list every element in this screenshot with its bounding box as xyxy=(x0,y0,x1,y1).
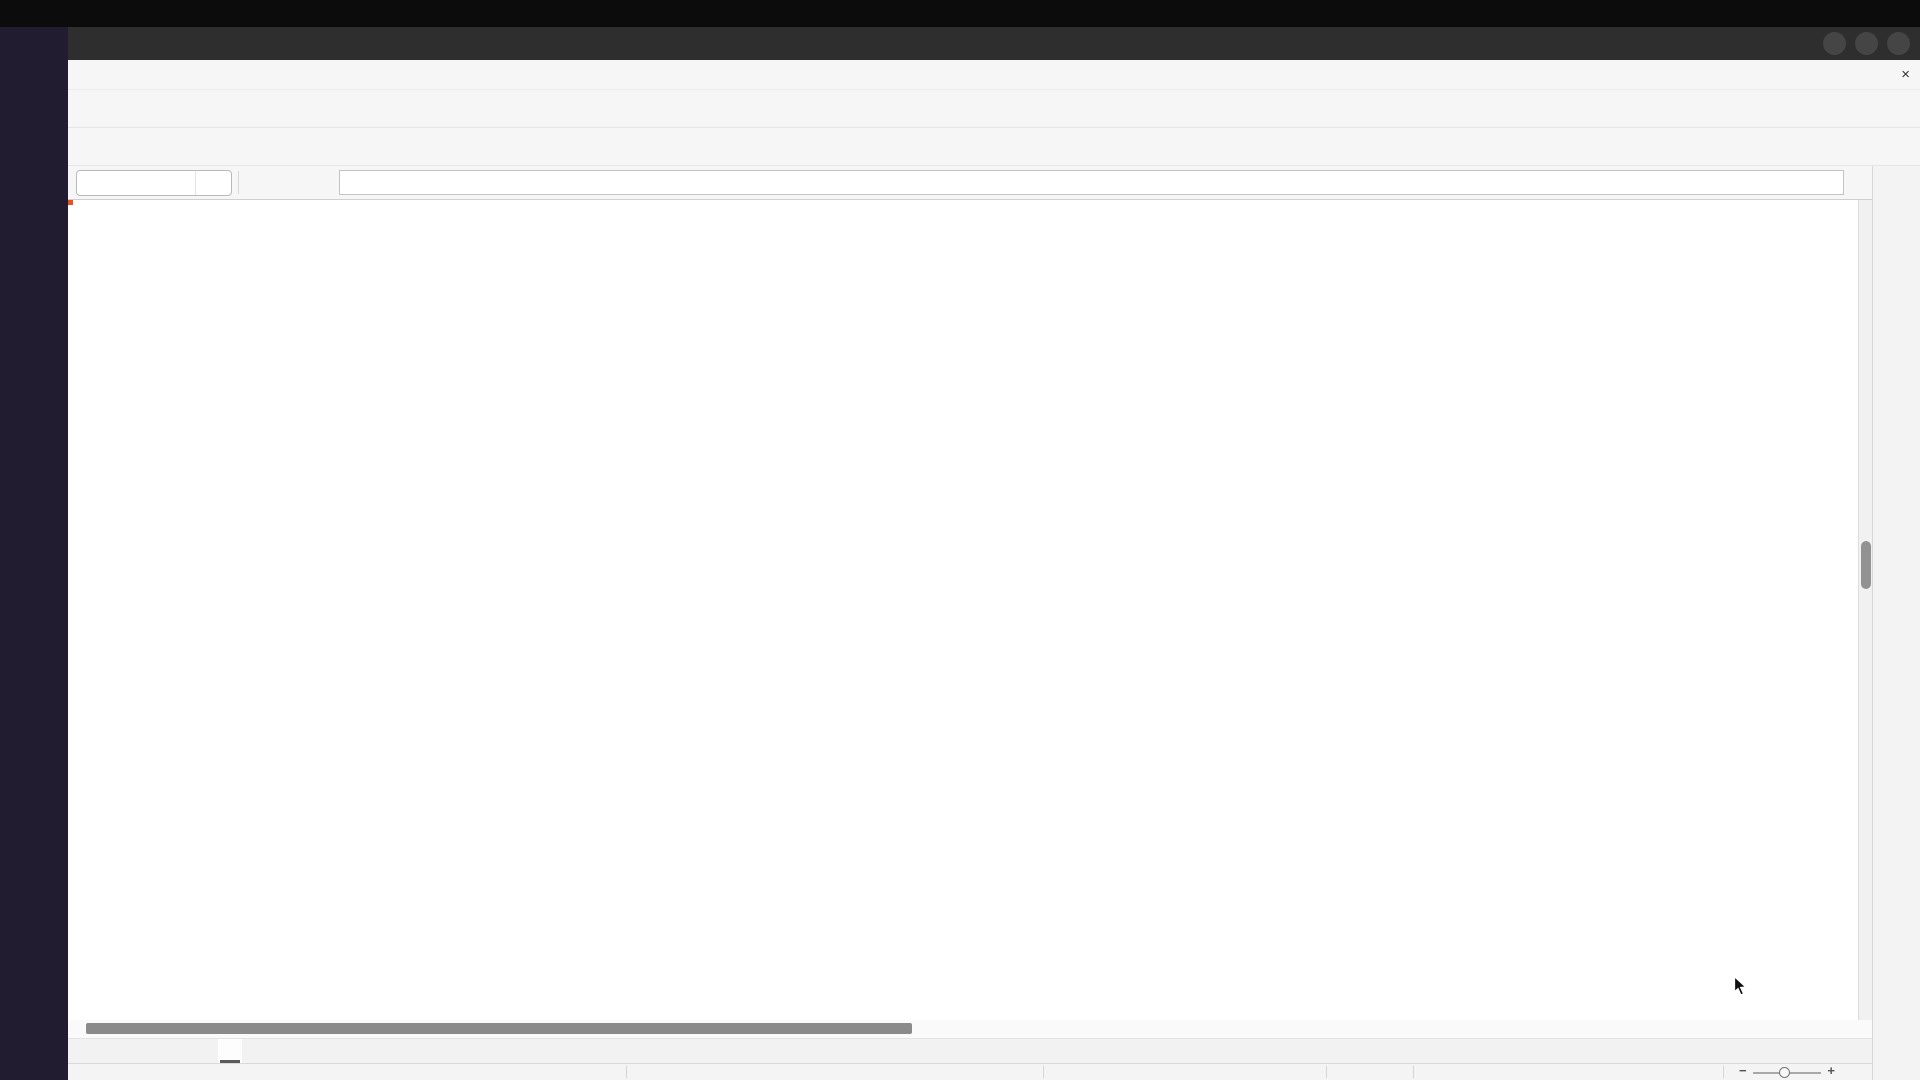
name-box-dropdown[interactable] xyxy=(195,171,229,195)
libreoffice-calc-window: × xyxy=(68,27,1920,1080)
clock-area xyxy=(0,4,1920,24)
status-bar: − + xyxy=(68,1063,1872,1080)
equals-icon xyxy=(312,173,332,193)
restore-button[interactable] xyxy=(1855,32,1878,55)
sidebar-deck xyxy=(1872,166,1920,1080)
mouse-cursor xyxy=(1730,975,1752,997)
network-icon xyxy=(1828,6,1844,22)
function-wizard-icon xyxy=(248,173,268,193)
volume-icon xyxy=(1859,6,1875,22)
first-sheet-button[interactable] xyxy=(74,1040,98,1062)
function-wizard-button[interactable] xyxy=(245,170,271,196)
cell-cursor[interactable] xyxy=(68,200,72,204)
formatting-toolbar xyxy=(68,128,1920,166)
chevron-down-icon xyxy=(206,176,219,189)
power-icon xyxy=(1890,6,1906,22)
select-function-dropdown[interactable] xyxy=(297,169,309,196)
previous-sheet-button[interactable] xyxy=(98,1040,122,1062)
formula-button[interactable] xyxy=(309,170,335,196)
formula-bar xyxy=(68,166,1872,200)
horizontal-scrollbar-thumb[interactable] xyxy=(86,1023,912,1034)
next-sheet-icon xyxy=(127,1044,142,1059)
focused-app-indicator[interactable] xyxy=(92,6,115,22)
last-sheet-icon xyxy=(151,1044,166,1059)
system-top-bar xyxy=(0,0,1920,27)
vertical-scrollbar[interactable] xyxy=(1858,200,1872,1020)
sigma-icon xyxy=(274,173,294,193)
zoom-slider[interactable]: − + xyxy=(1739,1065,1835,1079)
notification-bell-icon xyxy=(956,8,972,24)
expand-formula-bar-button[interactable] xyxy=(1844,170,1866,196)
fill-handle[interactable] xyxy=(68,200,74,206)
next-sheet-button[interactable] xyxy=(122,1040,146,1062)
sheet-tab-bar xyxy=(68,1038,1872,1063)
libreoffice-calc-icon xyxy=(92,6,108,22)
cell-reference-input[interactable] xyxy=(77,175,195,190)
activities-button[interactable] xyxy=(0,0,32,27)
zoom-slider-thumb[interactable] xyxy=(1779,1067,1790,1078)
sheet-tab-sheet1[interactable] xyxy=(218,1039,242,1063)
system-tray[interactable] xyxy=(1828,6,1920,22)
minimize-icon xyxy=(1828,37,1841,50)
restore-icon xyxy=(1860,37,1873,50)
caret-down-icon xyxy=(297,177,309,189)
menubar: × xyxy=(68,60,1920,90)
insert-mode-icon[interactable] xyxy=(1338,1064,1354,1080)
first-sheet-icon xyxy=(79,1044,94,1059)
select-function-button[interactable] xyxy=(271,170,297,196)
titlebar[interactable] xyxy=(68,27,1920,60)
name-box xyxy=(76,170,232,196)
zoom-in-button[interactable]: + xyxy=(1827,1063,1835,1078)
add-sheet-icon xyxy=(180,1042,198,1060)
previous-sheet-icon xyxy=(103,1044,118,1059)
horizontal-scrollbar[interactable] xyxy=(68,1020,1872,1038)
standard-toolbar xyxy=(68,90,1920,128)
dock xyxy=(0,27,68,1080)
zoom-out-button[interactable]: − xyxy=(1739,1063,1747,1078)
signature-icon[interactable] xyxy=(1371,1064,1387,1080)
vertical-scrollbar-thumb[interactable] xyxy=(1861,541,1871,589)
spreadsheet-area xyxy=(68,200,1872,1020)
close-button[interactable] xyxy=(1887,32,1910,55)
close-document-button[interactable]: × xyxy=(1901,66,1910,83)
clock-button[interactable] xyxy=(948,8,972,24)
last-sheet-button[interactable] xyxy=(146,1040,170,1062)
close-icon xyxy=(1892,37,1905,50)
formula-input-line[interactable] xyxy=(339,170,1844,195)
add-sheet-button[interactable] xyxy=(176,1040,202,1062)
chevron-down-icon xyxy=(1849,176,1862,189)
minimize-button[interactable] xyxy=(1823,32,1846,55)
